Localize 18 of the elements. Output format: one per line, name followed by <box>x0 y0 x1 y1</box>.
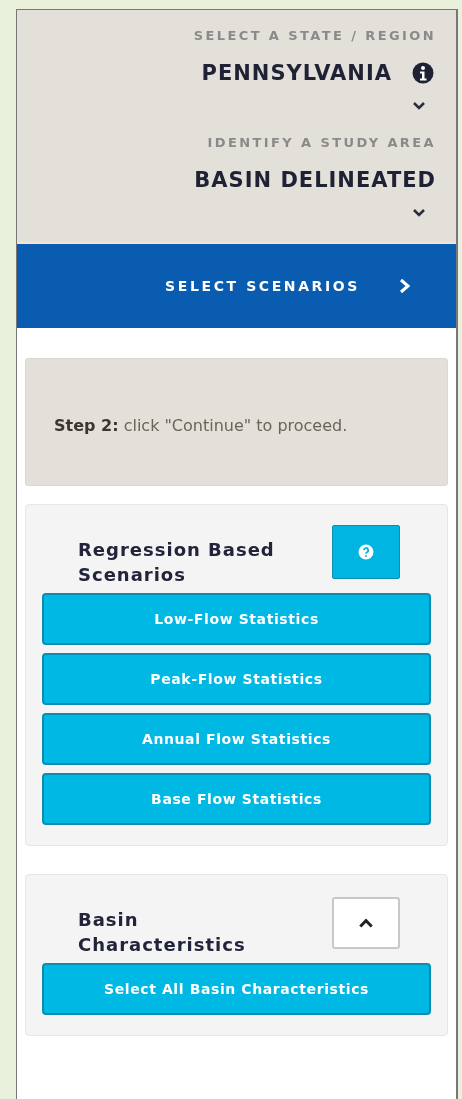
select-scenarios-label[interactable]: SELECT SCENARIOS <box>165 278 360 294</box>
instruction-text: Step 2: click "Continue" to proceed. <box>25 358 448 486</box>
state-value[interactable]: PENNSYLVANIA <box>201 61 392 85</box>
help-icon <box>358 544 374 560</box>
study-area-label: IDENTIFY A STUDY AREA <box>207 135 436 150</box>
statistics-button[interactable]: Annual Flow Statistics <box>42 713 431 765</box>
help-button[interactable] <box>332 525 400 579</box>
statistics-button[interactable]: Peak-Flow Statistics <box>42 653 431 705</box>
state-label: SELECT A STATE / REGION <box>193 28 436 43</box>
panel-title: Regression Based Scenarios <box>78 538 276 587</box>
study-area-value[interactable]: BASIN DELINEATED <box>194 168 436 192</box>
statistics-button[interactable]: Base Flow Statistics <box>42 773 431 825</box>
info-icon[interactable] <box>412 62 434 84</box>
select-scenarios-bar[interactable]: SELECT SCENARIOS <box>17 242 456 328</box>
statistics-button[interactable]: Select All Basin Characteristics <box>42 963 431 1015</box>
statistics-button[interactable]: Low-Flow Statistics <box>42 593 431 645</box>
panel-title: Basin Characteristics <box>78 908 247 957</box>
chevron-right-icon[interactable] <box>398 278 412 294</box>
